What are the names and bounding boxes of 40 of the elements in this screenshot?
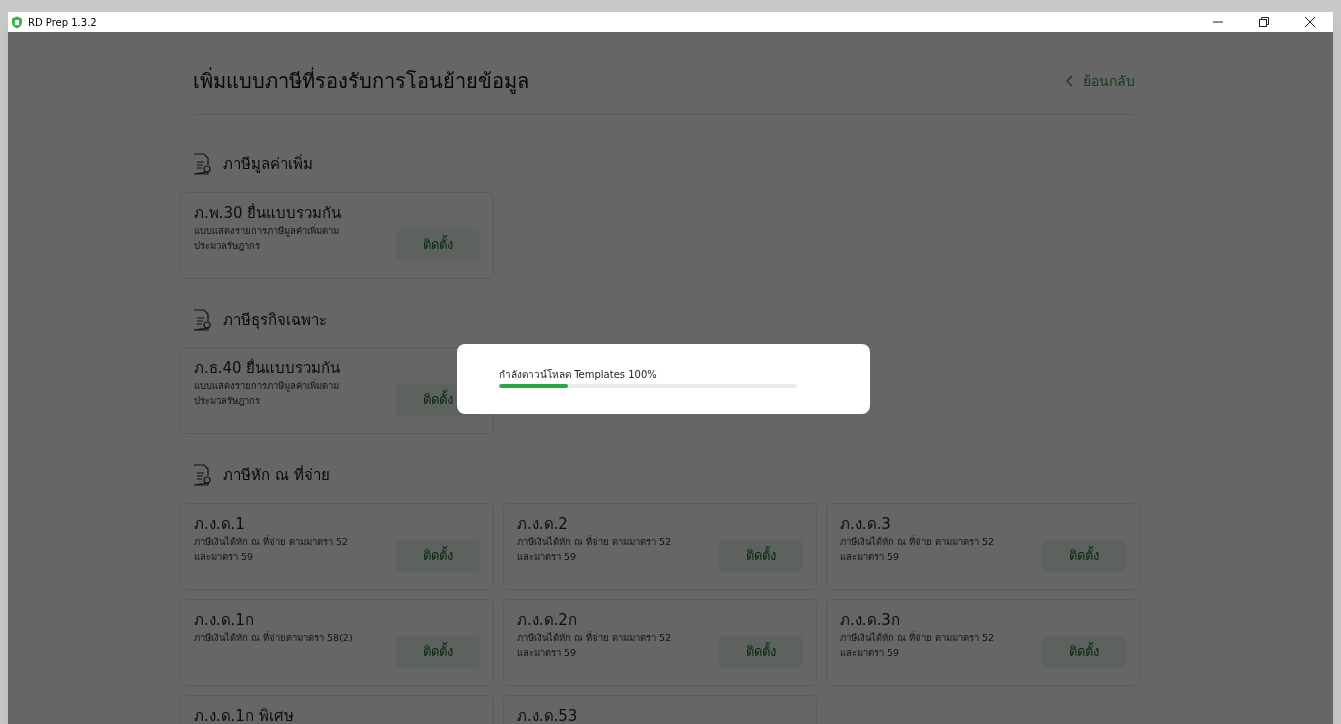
form-title: ภ.ง.ด.1ก — [194, 609, 255, 630]
document-icon — [193, 464, 211, 487]
form-title: ภ.ง.ด.2ก — [517, 609, 578, 630]
form-title: ภ.ง.ด.1ก พิเศษ — [194, 705, 295, 724]
install-button[interactable]: ติดตั้ง — [396, 539, 480, 572]
restore-icon — [1259, 17, 1269, 27]
install-button[interactable]: ติดตั้ง — [719, 539, 803, 572]
form-description: แบบแสดงรายการภาษีมูลค่าเพิ่มตาม ประมวลรัษฎากร — [194, 223, 340, 253]
chevron-left-icon — [1066, 75, 1073, 87]
section-heading: ภาษีหัก ณ ที่จ่าย — [223, 464, 330, 486]
download-status: กำลังดาวน์โหลด Templates 100% — [499, 368, 658, 382]
section-heading: ภาษีธุรกิจเฉพาะ — [223, 309, 327, 331]
close-icon — [1305, 17, 1315, 27]
form-title: ภ.ง.ด.1 — [194, 513, 246, 534]
form-description: ภาษีเงินได้หัก ณ ที่จ่ายตามาตรา 58(2) — [194, 630, 354, 645]
install-button[interactable]: ติดตั้ง — [1042, 539, 1126, 572]
install-button[interactable]: ติดตั้ง — [1042, 635, 1126, 668]
form-title: ภ.ง.ด.53 — [517, 705, 579, 724]
document-icon — [193, 308, 211, 331]
shield-icon — [11, 15, 23, 29]
form-title: ภ.ง.ด.3 — [840, 513, 892, 534]
form-description: ภาษีเงินได้หัก ณ ที่จ่าย ตามมาตรา 52 และมาตรา 59 — [840, 534, 996, 564]
install-button[interactable]: ติดตั้ง — [396, 635, 480, 668]
back-label: ย้อนกลับ — [1083, 71, 1135, 91]
back-link[interactable]: ย้อนกลับ — [1066, 70, 1135, 92]
document-icon — [193, 153, 211, 176]
install-button[interactable]: ติดตั้ง — [719, 635, 803, 668]
form-title: ภ.พ.30 ยื่นแบบรวมกัน — [194, 202, 343, 223]
form-description: ภาษีเงินได้หัก ณ ที่จ่าย ตามมาตรา 52 และมาตรา 59 — [840, 630, 996, 660]
form-description: แบบแสดงรายการภาษีมูลค่าเพิ่มตาม ประมวลรัษฎากร — [194, 378, 340, 408]
section-heading: ภาษีมูลค่าเพิ่ม — [223, 153, 313, 175]
install-button[interactable]: ติดตั้ง — [396, 228, 480, 261]
form-title: ภ.ธ.40 ยื่นแบบรวมกัน — [194, 358, 342, 378]
window-title: RD Prep 1.3.2 — [28, 15, 97, 30]
form-description: ภาษีเงินได้หัก ณ ที่จ่าย ตามมาตรา 52 และมาตรา 59 — [517, 534, 673, 564]
form-title: ภ.ง.ด.3ก — [840, 609, 901, 630]
form-description: ภาษีเงินได้หัก ณ ที่จ่าย ตามมาตรา 52 และมาตรา 59 — [517, 630, 673, 660]
page-title: เพิ่มแบบภาษีที่รองรับการโอนย้ายข้อมูล — [193, 66, 529, 96]
form-title: ภ.ง.ด.2 — [517, 513, 569, 534]
form-description: ภาษีเงินได้หัก ณ ที่จ่าย ตามมาตรา 52 และมาตรา 59 — [194, 534, 350, 564]
